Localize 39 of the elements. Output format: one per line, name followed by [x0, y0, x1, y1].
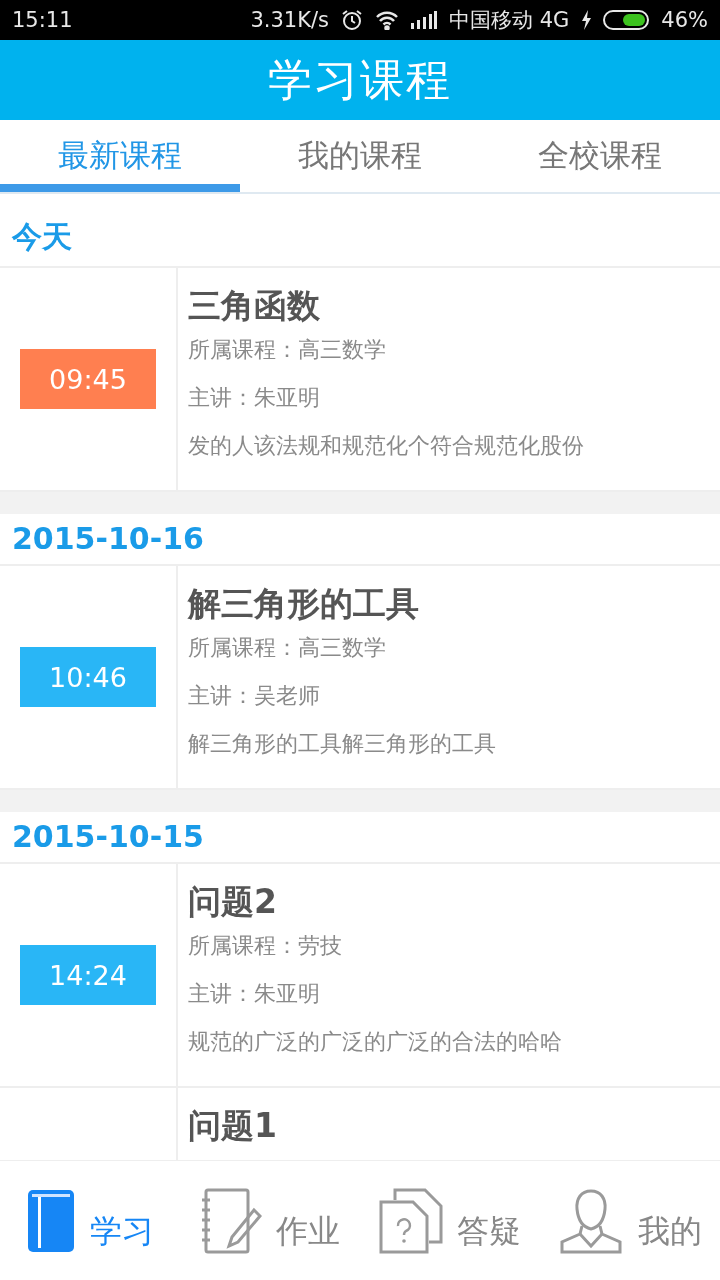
- date-heading: 2015-10-16: [12, 521, 204, 556]
- status-time: 15:11: [12, 8, 73, 32]
- book-icon: [26, 1187, 76, 1254]
- lesson-title[interactable]: 问题2: [188, 882, 277, 921]
- lesson-summary: 规范的广泛的广泛的广泛的合法的哈哈: [188, 1029, 562, 1054]
- page-title: 学习课程: [268, 52, 452, 107]
- lesson-course: 所属课程：高三数学: [188, 635, 386, 660]
- lesson-summary: 解三角形的工具解三角形的工具: [188, 731, 496, 756]
- date-heading: 2015-10-15: [12, 819, 204, 854]
- lesson-teacher: 主讲：吴老师: [188, 683, 320, 708]
- battery-percent: 46%: [661, 8, 708, 32]
- network-speed: 3.31K/s: [250, 8, 329, 32]
- lesson-summary: 发的人该法规和规范化个符合规范化股份: [188, 433, 584, 458]
- notebook-pencil-icon: [200, 1187, 262, 1254]
- time-badge: 10:46: [20, 647, 156, 707]
- nav-tab-label[interactable]: 作业: [276, 1187, 340, 1254]
- lesson-title[interactable]: 解三角形的工具: [188, 584, 419, 623]
- carrier-label: 中国移动 4G: [449, 7, 570, 34]
- course-tab[interactable]: 我的课程: [240, 120, 480, 192]
- date-heading: 今天: [12, 218, 72, 256]
- course-tab[interactable]: 全校课程: [480, 120, 720, 192]
- lesson-course: 所属课程：劳技: [188, 933, 342, 958]
- nav-tab-label[interactable]: 我的: [638, 1187, 702, 1254]
- lesson-title[interactable]: 三角函数: [188, 286, 320, 325]
- lesson-teacher: 主讲：朱亚明: [188, 385, 320, 410]
- alarm-icon: [341, 9, 363, 31]
- charging-icon: [581, 10, 592, 30]
- nav-tab-label[interactable]: 答疑: [457, 1187, 521, 1254]
- documents-question-icon: [379, 1187, 443, 1254]
- time-badge: 09:45: [20, 349, 156, 409]
- signal-icon: [411, 11, 437, 29]
- battery-icon: [603, 10, 650, 30]
- lesson-teacher: 主讲：朱亚明: [188, 981, 320, 1006]
- time-badge: 14:24: [20, 945, 156, 1005]
- lesson-title[interactable]: 问题1: [188, 1106, 277, 1145]
- lesson-course: 所属课程：高三数学: [188, 337, 386, 362]
- wifi-icon: [375, 10, 399, 30]
- nav-tab-label[interactable]: 学习: [90, 1187, 154, 1254]
- person-icon: [558, 1187, 624, 1254]
